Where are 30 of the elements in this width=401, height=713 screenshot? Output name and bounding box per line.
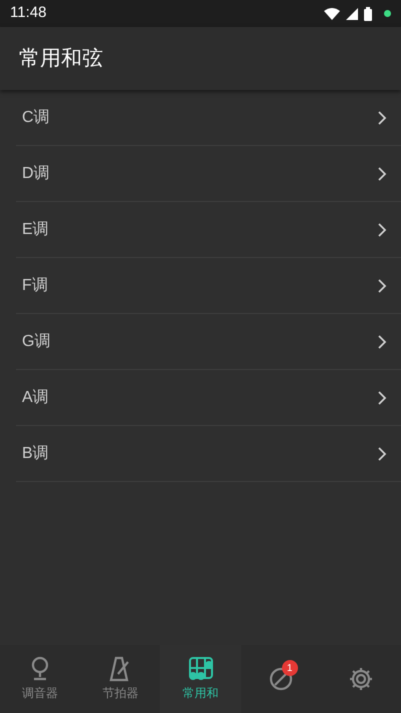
chevron-right-icon <box>377 390 387 406</box>
key-list-item[interactable]: F调 <box>16 258 401 314</box>
tab-label: 调音器 <box>22 685 58 702</box>
chevron-right-icon <box>377 278 387 294</box>
chevron-right-icon <box>377 222 387 238</box>
settings-icon <box>348 666 374 692</box>
key-list-item[interactable]: B调 <box>16 426 401 482</box>
chevron-right-icon <box>377 446 387 462</box>
key-list-item[interactable]: E调 <box>16 202 401 258</box>
chevron-right-icon <box>377 110 387 126</box>
wifi-icon <box>324 8 340 20</box>
battery-icon <box>364 6 372 20</box>
nav-tab[interactable]: 节拍器 <box>80 645 160 713</box>
key-list-item[interactable]: A调 <box>16 370 401 426</box>
chevron-right-icon <box>377 166 387 182</box>
nav-tab[interactable]: 1 <box>240 645 321 713</box>
nav-tab[interactable]: 常用和 <box>160 645 241 713</box>
status-time: 11:48 <box>10 3 46 24</box>
key-list-item[interactable]: G调 <box>16 314 401 370</box>
signal-icon <box>346 8 358 20</box>
notification-badge: 1 <box>282 660 298 676</box>
circle-slash-icon <box>268 666 294 692</box>
chevron-right-icon <box>377 334 387 350</box>
tab-label: 节拍器 <box>102 685 138 702</box>
chord-grid-icon <box>188 656 214 682</box>
page-title: 常用和弦 <box>19 46 103 72</box>
tab-label: 常用和 <box>182 685 218 702</box>
nav-tab[interactable]: 调音器 <box>0 645 80 713</box>
key-list-item[interactable]: D调 <box>16 146 401 202</box>
key-list-item[interactable]: C调 <box>16 90 401 146</box>
